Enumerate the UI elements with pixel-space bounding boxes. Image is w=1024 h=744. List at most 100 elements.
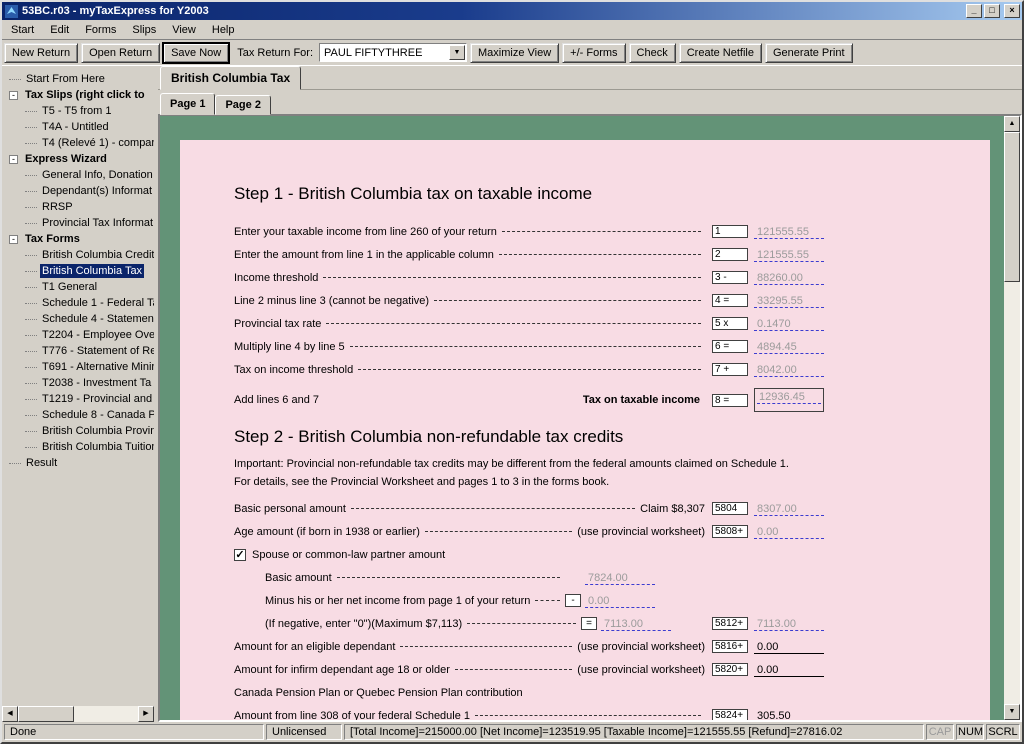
scroll-up-icon[interactable]: ▲ — [1004, 116, 1020, 132]
value-field[interactable]: 305.50 — [754, 709, 824, 721]
dash-leader — [499, 254, 701, 255]
sidebar-item-bc-tax[interactable]: British Columbia Tax — [2, 263, 154, 279]
sidebar-item-t1-general[interactable]: T1 General — [2, 279, 154, 295]
value-field[interactable]: 0.00 — [754, 663, 824, 677]
operator-box: = — [581, 617, 597, 630]
sidebar-item-t1219[interactable]: T1219 - Provincial and — [2, 391, 154, 407]
app-window: 53BC.r03 - myTaxExpress for Y2003 _ □ × … — [0, 0, 1024, 744]
sidebar-item-schedule4[interactable]: Schedule 4 - Statement — [2, 311, 154, 327]
line-number-box: 5824+ — [712, 709, 748, 720]
scrollbar-thumb[interactable] — [1004, 132, 1020, 282]
restore-button-icon[interactable]: □ — [984, 4, 1000, 18]
open-return-button[interactable]: Open Return — [81, 43, 160, 63]
value-field[interactable]: 0.00 — [754, 640, 824, 654]
sidebar-item-general-info[interactable]: General Info, Donation — [2, 167, 154, 183]
sidebar-item-t5[interactable]: T5 - T5 from 1 — [2, 103, 154, 119]
sidebar-item-t4a[interactable]: T4A - Untitled — [2, 119, 154, 135]
dash-leader — [400, 646, 572, 647]
sidebar-item-t2204[interactable]: T2204 - Employee Over — [2, 327, 154, 343]
value-field[interactable]: 0.00 — [585, 594, 655, 608]
menu-view[interactable]: View — [164, 21, 204, 39]
scroll-left-icon[interactable]: ◀ — [2, 706, 18, 722]
create-netfile-button[interactable]: Create Netfile — [679, 43, 762, 63]
value-field[interactable]: 121555.55 — [754, 225, 824, 239]
plus-minus-forms-button[interactable]: +/- Forms — [562, 43, 625, 63]
save-now-button[interactable]: Save Now — [163, 43, 229, 63]
value-field[interactable]: 8042.00 — [754, 363, 824, 377]
scroll-down-icon[interactable]: ▼ — [1004, 704, 1020, 720]
dash-leader — [475, 715, 701, 716]
minimize-button-icon[interactable]: _ — [966, 4, 982, 18]
new-return-button[interactable]: New Return — [4, 43, 78, 63]
tab-british-columbia-tax[interactable]: British Columbia Tax — [160, 66, 301, 90]
line-number-box: 3 - — [712, 271, 748, 284]
value-field[interactable]: 4894.45 — [754, 340, 824, 354]
sidebar-item-bc-tuition[interactable]: British Columbia Tuition — [2, 439, 154, 455]
menu-forms[interactable]: Forms — [77, 21, 124, 39]
value-field[interactable]: 88260.00 — [754, 271, 824, 285]
form-row-line7: Tax on income threshold 7 + 8042.00 — [234, 358, 824, 381]
sidebar-item-t691[interactable]: T691 - Alternative Minir — [2, 359, 154, 375]
maximize-view-button[interactable]: Maximize View — [470, 43, 559, 63]
sidebar-item-tax-forms[interactable]: -Tax Forms — [2, 231, 154, 247]
sidebar-item-bc-credit[interactable]: British Columbia Credit — [2, 247, 154, 263]
sidebar-item-rrsp[interactable]: RRSP — [2, 199, 154, 215]
sidebar-item-dependants[interactable]: Dependant(s) Informat — [2, 183, 154, 199]
sidebar-horizontal-scrollbar[interactable]: ◀ ▶ — [2, 706, 154, 722]
menu-edit[interactable]: Edit — [42, 21, 77, 39]
dash-leader — [467, 623, 576, 624]
scrollbar-thumb[interactable] — [18, 706, 74, 722]
check-button[interactable]: Check — [629, 43, 676, 63]
sidebar-item-tax-slips[interactable]: -Tax Slips (right click to — [2, 87, 154, 103]
spouse-minus-row: Minus his or her net income from page 1 … — [234, 589, 655, 612]
sidebar-item-schedule8[interactable]: Schedule 8 - Canada Pe — [2, 407, 154, 423]
status-bar: Done Unlicensed [Total Income]=215000.00… — [2, 722, 1022, 742]
line-number-box: 1 — [712, 225, 748, 238]
collapse-icon[interactable]: - — [9, 91, 18, 100]
scrollbar-track[interactable] — [1004, 132, 1020, 704]
form-vertical-scrollbar[interactable]: ▲ ▼ — [1004, 116, 1020, 720]
menu-slips[interactable]: Slips — [124, 21, 164, 39]
sidebar-item-t2038[interactable]: T2038 - Investment Ta — [2, 375, 154, 391]
value-field[interactable]: 121555.55 — [754, 248, 824, 262]
collapse-icon[interactable]: - — [9, 155, 18, 164]
close-button-icon[interactable]: × — [1004, 4, 1020, 18]
dash-leader — [434, 300, 701, 301]
value-field[interactable]: 7824.00 — [585, 571, 655, 585]
collapse-icon[interactable]: - — [9, 235, 18, 244]
generate-print-button[interactable]: Generate Print — [765, 43, 853, 63]
taxpayer-dropdown[interactable]: PAUL FIFTYTHREE ▼ — [319, 43, 467, 62]
sidebar-item-t776[interactable]: T776 - Statement of Re — [2, 343, 154, 359]
form-row-5804: Basic personal amount Claim $8,307 5804 … — [234, 497, 824, 520]
menu-start[interactable]: Start — [3, 21, 42, 39]
value-field[interactable]: 33295.55 — [754, 294, 824, 308]
value-field[interactable]: 8307.00 — [754, 502, 824, 516]
value-field[interactable]: 0.1470 — [754, 317, 824, 331]
sidebar-item-start-from-here[interactable]: Start From Here — [2, 71, 154, 87]
value-field[interactable]: 12936.45 — [754, 388, 824, 412]
form-row-line4: Line 2 minus line 3 (cannot be negative)… — [234, 289, 824, 312]
income-summary: [Total Income]=215000.00 [Net Income]=12… — [344, 724, 924, 740]
scroll-right-icon[interactable]: ▶ — [138, 706, 154, 722]
dash-leader — [350, 346, 701, 347]
dash-leader — [502, 231, 701, 232]
dash-leader — [337, 577, 560, 578]
sidebar-item-t4-releve[interactable]: T4 (Relevé 1) - compar — [2, 135, 154, 151]
menu-help[interactable]: Help — [204, 21, 243, 39]
sidebar-item-provincial-tax-info[interactable]: Provincial Tax Informat — [2, 215, 154, 231]
value-field[interactable]: 0.00 — [754, 525, 824, 539]
sidebar-item-schedule1[interactable]: Schedule 1 - Federal Ta — [2, 295, 154, 311]
value-field[interactable]: 7113.00 — [601, 617, 671, 631]
tab-page-1[interactable]: Page 1 — [160, 93, 215, 115]
step2-note-2: For details, see the Provincial Workshee… — [234, 473, 828, 491]
tab-page-2[interactable]: Page 2 — [215, 95, 270, 115]
tax-on-taxable-income-caption: Tax on taxable income — [583, 394, 700, 406]
form-row-5808: Age amount (if born in 1938 or earlier) … — [234, 520, 824, 543]
sidebar-item-express-wizard[interactable]: -Express Wizard — [2, 151, 154, 167]
dropdown-arrow-icon[interactable]: ▼ — [449, 45, 465, 60]
scrollbar-track[interactable] — [74, 706, 138, 722]
value-field[interactable]: 7113.00 — [754, 617, 824, 631]
spouse-checkbox[interactable]: ✓ — [234, 549, 246, 561]
sidebar-item-bc-provincial[interactable]: British Columbia Provinc — [2, 423, 154, 439]
sidebar-item-result[interactable]: Result — [2, 455, 154, 471]
